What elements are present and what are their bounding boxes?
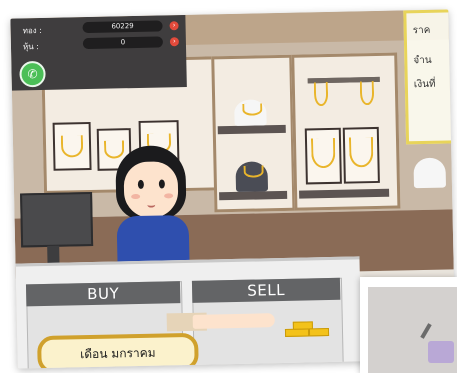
card-icon xyxy=(428,341,454,363)
stock-info-icon[interactable]: › xyxy=(169,37,179,47)
clerk-eye xyxy=(137,179,144,189)
amount-label: จำน xyxy=(413,54,432,67)
gold-necklace-icon xyxy=(359,81,375,106)
photo-image xyxy=(368,287,457,373)
shelf-ledge xyxy=(217,124,286,135)
clerk-eye xyxy=(158,179,165,189)
gold-necklace-icon xyxy=(313,81,329,107)
overlay-photo xyxy=(360,277,457,373)
gold-value: 60229 xyxy=(82,20,163,34)
clerk-face xyxy=(123,161,179,219)
price-info-panel: ราค จำน เงินที่ xyxy=(403,9,456,145)
monitor-stand xyxy=(47,245,60,264)
month-indicator[interactable]: เดือน มกราคม xyxy=(37,332,199,369)
stats-panel: ทอง : 60229 › หุ้น : 0 › ✆ xyxy=(10,14,187,91)
price-label: ราค xyxy=(412,24,431,37)
gold-info-icon[interactable]: › xyxy=(169,21,179,31)
shop-clerk-character xyxy=(105,144,198,277)
shelf-ledge xyxy=(219,190,288,201)
gold-bar-icon xyxy=(308,328,330,337)
gold-label: ทอง : xyxy=(22,25,42,36)
phone-icon[interactable]: ✆ xyxy=(19,60,46,88)
customer-hand xyxy=(192,313,275,329)
stock-value: 0 xyxy=(82,36,164,50)
gold-bar-icon xyxy=(284,328,310,337)
stock-label: หุ้น : xyxy=(22,42,40,52)
sell-button[interactable]: SELL xyxy=(191,277,341,303)
necklace-bust xyxy=(413,157,447,189)
pen-icon xyxy=(420,323,432,339)
money-label: เงินที่ xyxy=(413,78,436,91)
cash-register-monitor xyxy=(20,191,94,248)
buy-button[interactable]: BUY xyxy=(25,281,181,307)
